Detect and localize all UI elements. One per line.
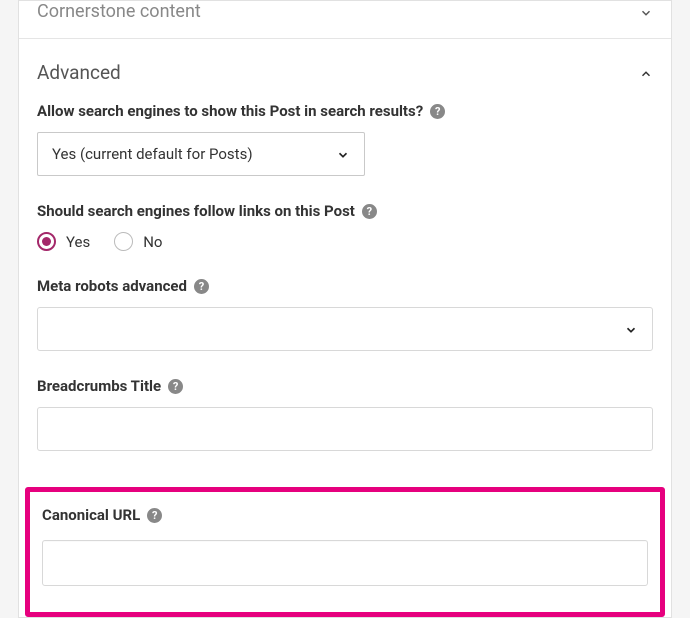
advanced-title: Advanced: [37, 61, 121, 84]
search-engines-label-row: Allow search engines to show this Post i…: [37, 102, 653, 120]
advanced-section-header[interactable]: Advanced: [19, 39, 671, 102]
search-engines-select[interactable]: Yes (current default for Posts): [37, 132, 365, 176]
search-engines-label: Allow search engines to show this Post i…: [37, 102, 423, 120]
breadcrumbs-input[interactable]: [37, 407, 653, 451]
meta-robots-label-row: Meta robots advanced ?: [37, 277, 653, 295]
canonical-url-highlight: Canonical URL ?: [25, 487, 665, 617]
cornerstone-section-header[interactable]: Cornerstone content: [19, 1, 671, 39]
help-icon[interactable]: ?: [430, 104, 445, 119]
search-engines-field: Allow search engines to show this Post i…: [37, 102, 653, 176]
chevron-up-icon: [639, 66, 653, 80]
follow-links-radio-group: Yes No: [37, 232, 653, 251]
meta-robots-label: Meta robots advanced: [37, 277, 187, 295]
radio-unselected-icon: [114, 232, 133, 251]
search-engines-value: Yes (current default for Posts): [52, 145, 253, 163]
chevron-down-icon: [336, 147, 350, 161]
canonical-label: Canonical URL: [42, 506, 140, 524]
breadcrumbs-field: Breadcrumbs Title ?: [37, 377, 653, 451]
meta-robots-select[interactable]: [37, 307, 653, 351]
meta-robots-field: Meta robots advanced ?: [37, 277, 653, 351]
chevron-down-icon: [624, 322, 638, 336]
advanced-form: Allow search engines to show this Post i…: [19, 102, 671, 487]
canonical-label-row: Canonical URL ?: [42, 506, 648, 524]
cornerstone-title: Cornerstone content: [37, 1, 201, 22]
follow-links-field: Should search engines follow links on th…: [37, 202, 653, 251]
follow-links-yes-option[interactable]: Yes: [37, 232, 90, 251]
follow-links-label-row: Should search engines follow links on th…: [37, 202, 653, 220]
seo-settings-panel: Cornerstone content Advanced Allow searc…: [18, 0, 672, 618]
breadcrumbs-label: Breadcrumbs Title: [37, 377, 161, 395]
help-icon[interactable]: ?: [194, 279, 209, 294]
canonical-url-input[interactable]: [42, 540, 648, 586]
follow-links-yes-label: Yes: [66, 233, 90, 251]
follow-links-no-option[interactable]: No: [114, 232, 162, 251]
help-icon[interactable]: ?: [168, 379, 183, 394]
breadcrumbs-label-row: Breadcrumbs Title ?: [37, 377, 653, 395]
help-icon[interactable]: ?: [147, 508, 162, 523]
radio-dot-icon: [42, 237, 51, 246]
chevron-down-icon: [639, 5, 653, 19]
follow-links-no-label: No: [143, 233, 162, 251]
follow-links-label: Should search engines follow links on th…: [37, 202, 355, 220]
radio-selected-icon: [37, 232, 56, 251]
help-icon[interactable]: ?: [362, 204, 377, 219]
